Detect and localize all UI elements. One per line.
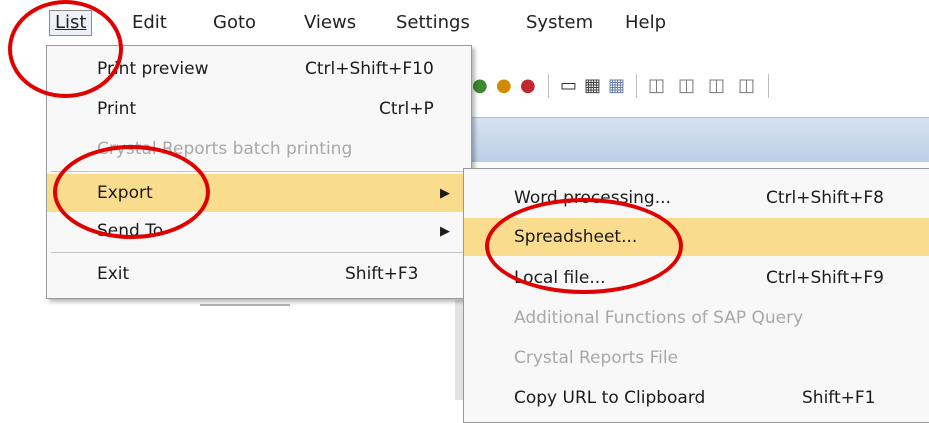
previous-page-icon[interactable]: ◫ <box>678 72 695 100</box>
menu-item-shortcut: Shift+F3 <box>345 264 419 284</box>
standard-toolbar: ● ● ● ▭ ▦ ▦ ◫ ◫ ◫ ◫ <box>470 58 929 114</box>
menu-separator <box>51 252 467 253</box>
menu-bar: List Edit Goto Views Settings System Hel… <box>0 0 929 44</box>
menu-item-shortcut: Ctrl+Shift+F9 <box>766 268 884 288</box>
menu-settings[interactable]: Settings <box>396 11 470 35</box>
menu-item-label: Exit <box>97 264 130 284</box>
toolbar-separator <box>548 74 549 98</box>
last-page-icon[interactable]: ◫ <box>738 72 755 100</box>
find-next-icon[interactable]: ▦ <box>608 72 625 100</box>
print-icon[interactable]: ▭ <box>560 72 577 100</box>
menu-item-exit[interactable]: Exit Shift+F3 <box>47 255 471 293</box>
menu-help[interactable]: Help <box>625 11 666 35</box>
menu-edit[interactable]: Edit <box>132 11 167 35</box>
annotation-circle-list <box>8 0 123 98</box>
menu-item-copy-url-to-clipboard[interactable]: Copy URL to Clipboard Shift+F1 <box>464 379 929 417</box>
toolbar-separator <box>768 74 769 98</box>
menu-item-label: Crystal Reports File <box>514 348 679 368</box>
menu-item-shortcut: Ctrl+Shift+F8 <box>766 188 884 208</box>
menu-item-shortcut: Ctrl+P <box>379 99 434 119</box>
menu-item-label: Print <box>97 99 137 119</box>
annotation-circle-spreadsheet <box>485 198 683 294</box>
submenu-arrow-icon: ▶ <box>440 224 450 239</box>
exit-icon[interactable]: ● <box>496 72 512 100</box>
find-icon[interactable]: ▦ <box>584 72 601 100</box>
annotation-circle-export <box>53 145 210 239</box>
menu-item-label: Additional Functions of SAP Query <box>514 308 804 328</box>
menu-item-print[interactable]: Print Ctrl+P <box>47 90 471 128</box>
first-page-icon[interactable]: ◫ <box>648 72 665 100</box>
menu-system[interactable]: System <box>526 11 593 35</box>
menu-views[interactable]: Views <box>304 11 356 35</box>
toolbar-separator <box>636 74 637 98</box>
next-page-icon[interactable]: ◫ <box>708 72 725 100</box>
background-panel <box>455 300 463 400</box>
menu-item-shortcut: Ctrl+Shift+F10 <box>305 59 434 79</box>
menu-item-crystal-reports-file: Crystal Reports File <box>464 339 929 377</box>
cancel-icon[interactable]: ● <box>520 72 536 100</box>
menu-item-label: Copy URL to Clipboard <box>514 388 706 408</box>
menu-item-additional-functions-sap-query: Additional Functions of SAP Query <box>464 299 929 337</box>
back-icon[interactable]: ● <box>472 72 488 100</box>
title-bar <box>470 117 929 162</box>
menu-goto[interactable]: Goto <box>213 11 256 35</box>
submenu-arrow-icon: ▶ <box>440 186 450 201</box>
menu-item-shortcut: Shift+F1 <box>802 388 876 408</box>
